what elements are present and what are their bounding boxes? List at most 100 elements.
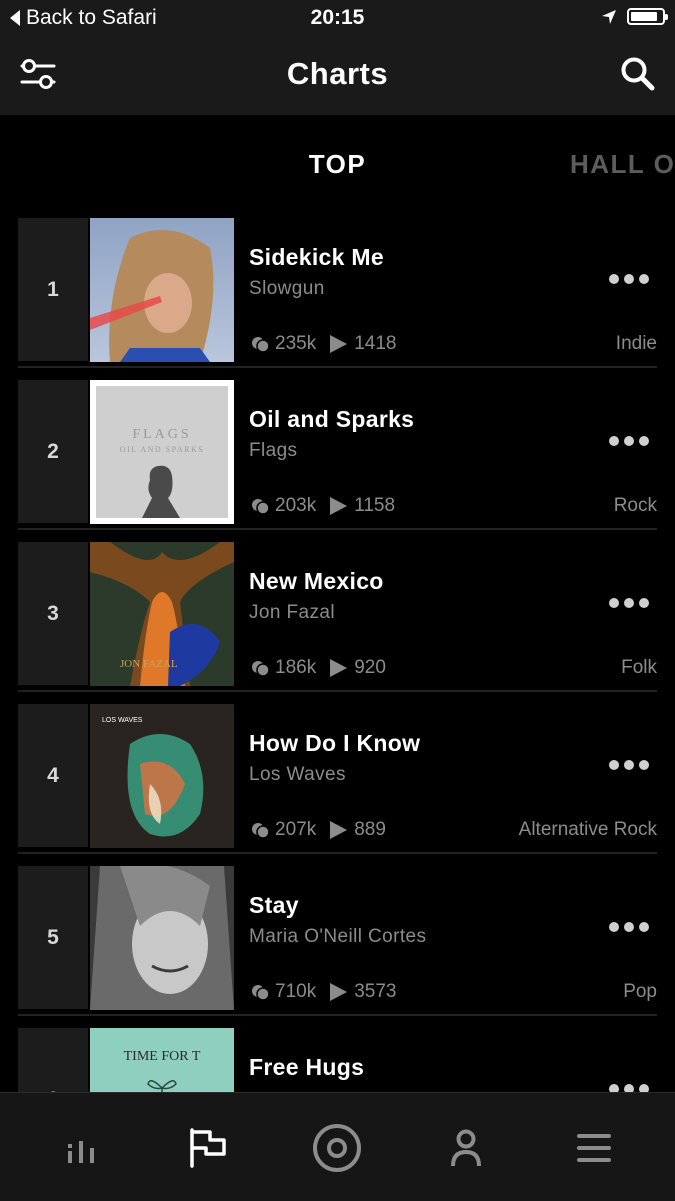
album-art[interactable]: [90, 866, 234, 1010]
track-genre: Indie: [615, 333, 657, 354]
equalizer-icon: [68, 1141, 94, 1163]
track-artist: Jon Fazal: [249, 602, 335, 623]
more-dots-icon: [609, 1084, 619, 1092]
plays-count: 3573: [354, 981, 397, 1002]
album-art[interactable]: JON FAZAL: [90, 542, 234, 686]
tab-equalizer[interactable]: [54, 1121, 108, 1175]
track-genre: Pop: [623, 981, 657, 1002]
track-title: Sidekick Me: [249, 244, 384, 270]
cover-text: JON FAZAL: [120, 658, 178, 670]
likes-count: 186k: [275, 657, 317, 678]
likes-count: 203k: [275, 495, 317, 516]
tab-hall-of-fame[interactable]: HALL O: [570, 149, 675, 180]
status-bar: Back to Safari 20:15: [0, 0, 675, 36]
tab-menu[interactable]: [567, 1121, 621, 1175]
more-options-button[interactable]: [609, 272, 649, 286]
status-indicators: [601, 8, 668, 25]
track-genre: Rock: [613, 495, 657, 516]
menu-icon: [577, 1134, 611, 1162]
profile-icon: [451, 1129, 481, 1167]
row-divider: [18, 690, 657, 692]
cover-text: LOS WAVES: [102, 717, 143, 724]
row-divider: [18, 366, 657, 368]
chart-tabs: TOP HALL O: [0, 115, 675, 215]
battery-icon: [627, 8, 668, 25]
chart-list[interactable]: 1 Sidekick Me Slowgun 235k 1418 Indie 2 …: [0, 215, 675, 1092]
row-divider: [18, 852, 657, 854]
flag-icon: [190, 1128, 226, 1168]
location-arrow-icon: [602, 9, 616, 24]
track-genre: Alternative Rock: [518, 819, 657, 840]
row-divider: [18, 1014, 657, 1016]
track-row[interactable]: 6 TIME FOR T Free Hugs: [18, 1025, 657, 1092]
rank-number: 6: [18, 1028, 88, 1092]
album-art[interactable]: [90, 218, 234, 362]
track-stats: 710k 3573: [250, 981, 396, 1003]
track-artist: Maria O'Neill Cortes: [249, 926, 427, 947]
cover-text: TIME FOR T: [124, 1049, 201, 1064]
rank-number: 4: [18, 704, 88, 847]
nav-bar: Charts: [0, 36, 675, 115]
more-dots-icon: [609, 760, 619, 770]
tab-charts[interactable]: [181, 1121, 235, 1175]
likes-icon: [252, 661, 270, 677]
track-title: How Do I Know: [249, 730, 421, 756]
track-title: Free Hugs: [249, 1054, 365, 1080]
track-row[interactable]: 4 LOS WAVES How Do I Know Los Waves 207k…: [18, 701, 657, 854]
track-row[interactable]: 2 FLAGS OIL AND SPARKS Oil and Sparks Fl…: [18, 377, 657, 530]
track-genre: Folk: [621, 657, 657, 678]
track-stats: 235k 1418: [250, 333, 396, 355]
track-row[interactable]: 1 Sidekick Me Slowgun 235k 1418 Indie: [18, 215, 657, 368]
plays-icon: [330, 335, 348, 353]
track-artist: Flags: [249, 440, 298, 461]
more-options-button[interactable]: [609, 596, 649, 610]
plays-count: 920: [354, 657, 386, 678]
search-icon: [621, 57, 655, 91]
likes-icon: [252, 985, 270, 1001]
rank-number: 1: [18, 218, 88, 361]
album-art[interactable]: LOS WAVES: [90, 704, 234, 848]
likes-count: 710k: [275, 981, 317, 1002]
more-dots-icon: [609, 922, 619, 932]
more-options-button[interactable]: [609, 758, 649, 772]
plays-icon: [330, 497, 348, 515]
likes-icon: [252, 337, 270, 353]
track-stats: 186k 920: [250, 657, 386, 679]
track-artist: Los Waves: [249, 764, 346, 785]
likes-icon: [252, 823, 270, 839]
track-stats: 203k 1158: [250, 495, 395, 517]
plays-icon: [330, 821, 348, 839]
track-title: Oil and Sparks: [249, 406, 415, 432]
plays-icon: [330, 983, 348, 1001]
search-button[interactable]: [619, 55, 657, 93]
likes-count: 207k: [275, 819, 317, 840]
more-options-button[interactable]: [609, 920, 649, 934]
rank-number: 3: [18, 542, 88, 685]
plays-icon: [330, 659, 348, 677]
status-time: 20:15: [310, 6, 365, 29]
track-row[interactable]: 3 JON FAZAL New Mexico Jon Fazal 186k 92…: [18, 539, 657, 692]
album-art[interactable]: FLAGS OIL AND SPARKS: [90, 380, 234, 524]
track-title: Stay: [249, 892, 299, 918]
likes-icon: [252, 499, 270, 515]
likes-count: 235k: [275, 333, 317, 354]
album-art[interactable]: TIME FOR T: [90, 1028, 234, 1092]
plays-count: 889: [354, 819, 386, 840]
plays-count: 1158: [354, 495, 396, 516]
track-stats: 207k 889: [250, 819, 386, 841]
more-options-button[interactable]: [609, 434, 649, 448]
tab-discover[interactable]: [310, 1121, 364, 1175]
track-row[interactable]: 5 Stay Maria O'Neill Cortes 710k 3573 Po…: [18, 863, 657, 1016]
page-title: Charts: [286, 56, 389, 91]
more-dots-icon: [609, 436, 619, 446]
bottom-tab-bar: [0, 1092, 675, 1201]
tab-profile[interactable]: [439, 1121, 493, 1175]
rank-number: 5: [18, 866, 88, 1009]
plays-count: 1418: [354, 333, 397, 354]
row-divider: [18, 528, 657, 530]
track-artist: Slowgun: [249, 278, 325, 299]
vinyl-disc-icon: [313, 1124, 361, 1172]
track-title: New Mexico: [249, 568, 384, 594]
more-dots-icon: [609, 274, 619, 284]
more-options-button[interactable]: [609, 1082, 649, 1092]
